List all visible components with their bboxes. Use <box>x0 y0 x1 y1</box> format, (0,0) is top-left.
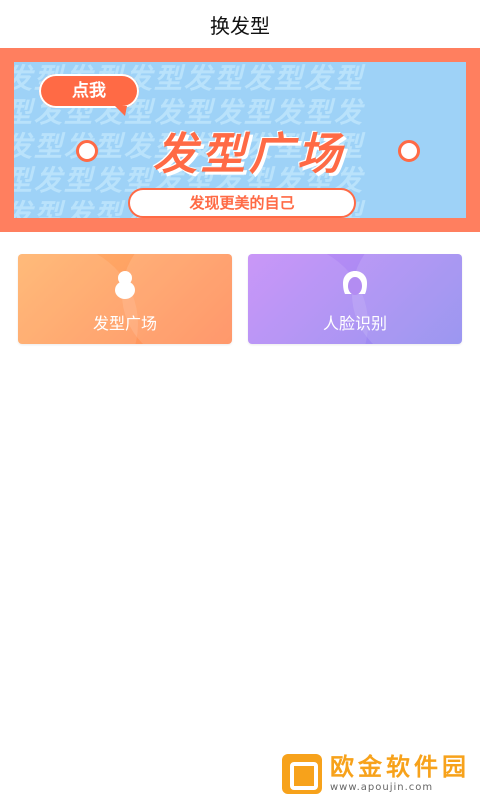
watermark-subtitle: www.apoujin.com <box>330 782 434 793</box>
hero-banner[interactable]: 发型发型发型发型发型发型 型发型发型发型发型发型发 发型发型发型发型发型发型 型… <box>0 48 480 232</box>
page-title: 换发型 <box>210 14 270 38</box>
face-icon <box>248 268 462 302</box>
banner-inner: 发型发型发型发型发型发型 型发型发型发型发型发型发 发型发型发型发型发型发型 型… <box>14 62 466 218</box>
card-hairstyle-plaza[interactable]: 发型广场 <box>18 254 232 344</box>
top-bar: 换发型 <box>0 0 480 44</box>
banner-main-text: 发型广场 <box>153 129 345 180</box>
card-face-recognition[interactable]: 人脸识别 <box>248 254 462 344</box>
card-label: 人脸识别 <box>322 314 387 333</box>
watermark: 欧金软件园 www.apoujin.com <box>282 752 472 796</box>
banner-pill[interactable]: 发现更美的自己 <box>128 188 356 218</box>
card-label: 发型广场 <box>92 314 157 333</box>
decor-dot-left <box>76 140 98 162</box>
watermark-title: 欧金软件园 <box>330 753 470 781</box>
watermark-logo-icon <box>282 754 322 794</box>
hair-bun-icon <box>18 268 232 302</box>
tap-me-bubble[interactable]: 点我 <box>39 74 139 116</box>
decor-dot-right <box>398 140 420 162</box>
watermark-text: 欧金软件园 www.apoujin.com <box>330 755 470 793</box>
